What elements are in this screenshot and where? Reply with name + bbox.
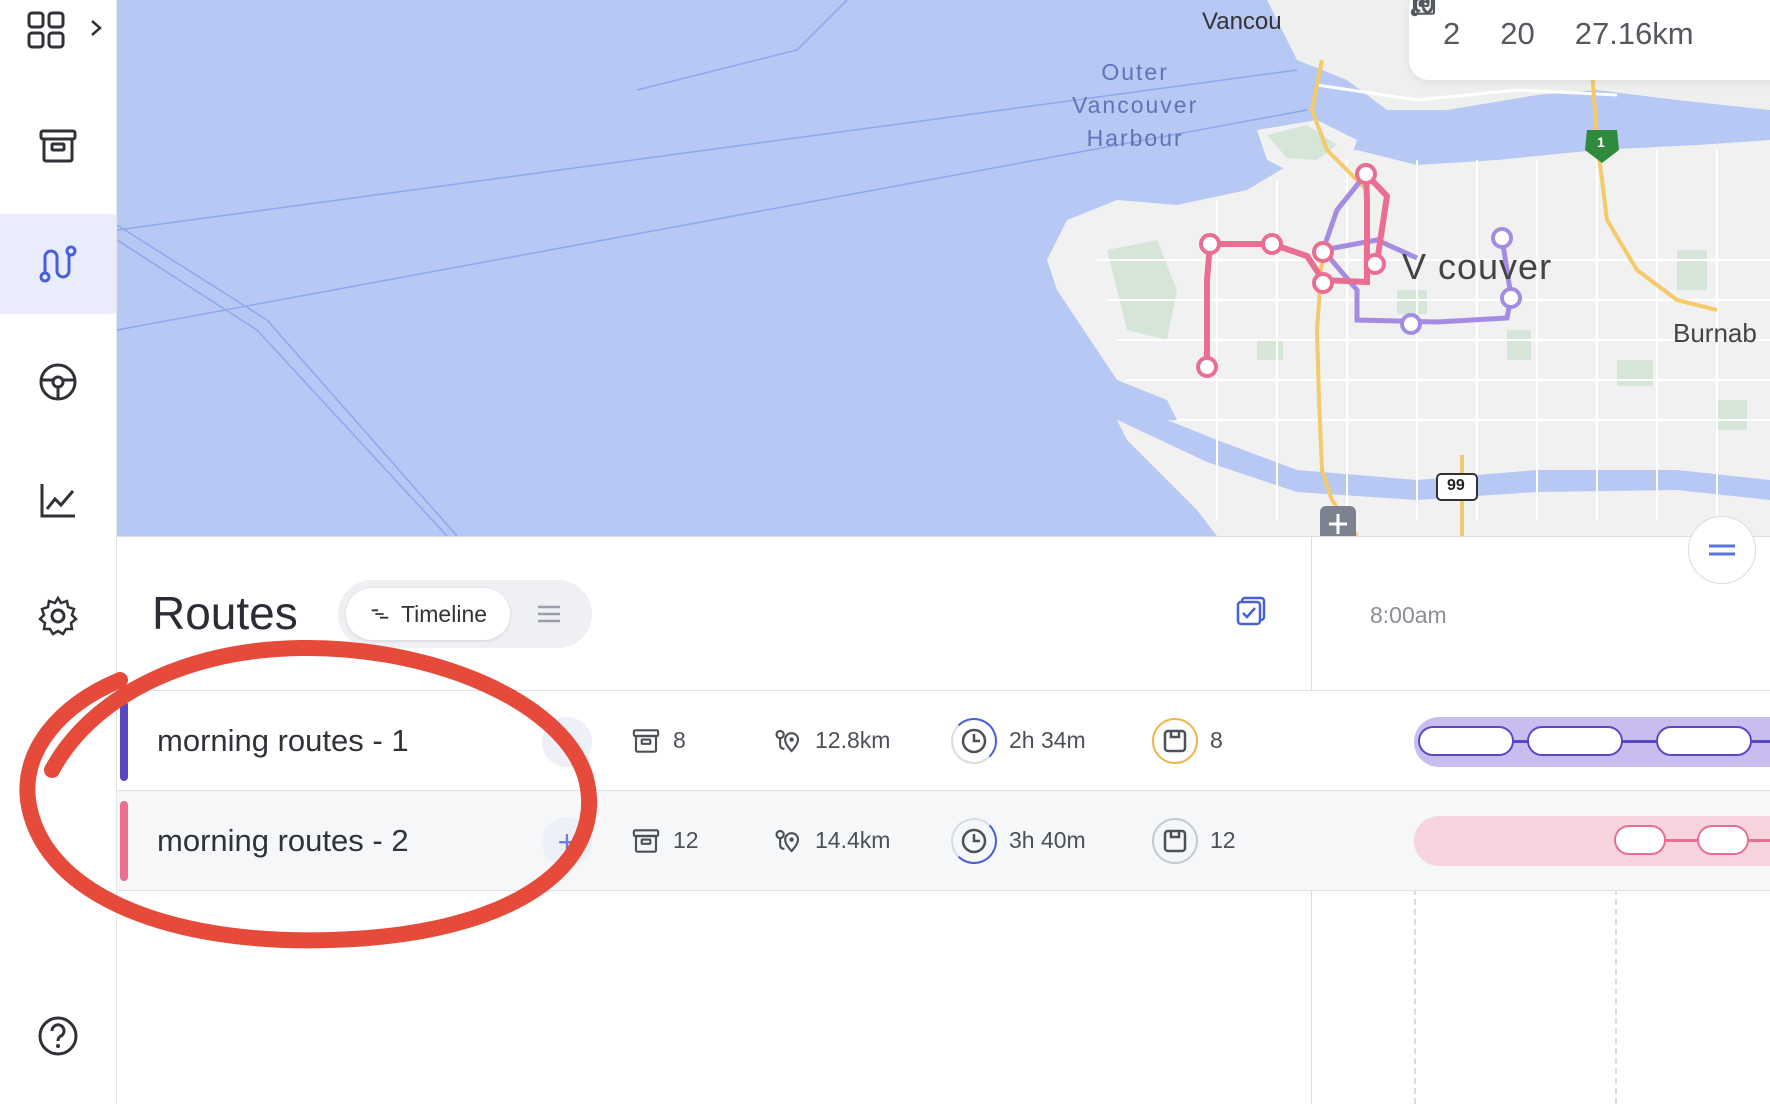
timeline-start-time: 8:00am [1370,602,1447,628]
distance-pin-icon [1413,0,1436,15]
timeline-view-button[interactable]: Timeline [346,588,510,640]
distance-pin-icon [775,829,800,853]
sidebar-item-routes[interactable] [0,214,116,314]
route-color-bar [120,801,128,881]
map-view[interactable]: Outer Vancouver Harbour Vancou V couver … [117,0,1770,536]
route-summary-card: 2 20 27.16km [1409,0,1770,80]
route-stops: 8 [631,691,686,790]
package-icon [632,828,660,853]
route-name[interactable]: morning routes - 2 [157,823,409,859]
clock-icon [961,728,987,753]
summary-distance: 27.16km [1413,0,1694,52]
panel-resize-button[interactable] [1688,516,1756,584]
timeline-stop[interactable] [1527,726,1623,756]
timeline-stop[interactable] [1614,825,1666,855]
sidebar-item-orders[interactable] [0,96,116,196]
map-panel-divider [117,536,1770,537]
map-label-city-top: Vancou [1202,8,1282,35]
timeline-stop[interactable] [1418,726,1514,756]
help-button[interactable] [0,986,116,1086]
apps-grid-icon [27,11,65,49]
route-icon [39,245,77,283]
package-icon [632,728,660,753]
package-icon [39,129,77,163]
page-title: Routes [152,587,298,639]
sidebar-item-drivers[interactable] [0,332,116,432]
highway-1-label: 1 [1597,134,1605,150]
analytics-icon [40,484,75,518]
help-icon [38,1016,78,1056]
map-label-city: V couver [1402,246,1553,287]
capacity-ring [1152,717,1198,764]
select-all-checkbox-icon[interactable] [1236,596,1266,626]
route-distance: 12.8km [773,691,890,790]
sidebar-item-analytics[interactable] [0,450,116,550]
route-row-1[interactable]: morning routes - 1 + 8 12.8km 2h 34m 8 [117,690,1770,790]
capacity-ring [1152,817,1198,864]
clock-icon [961,828,987,853]
apps-menu-button[interactable] [0,0,116,60]
distance-pin-icon [775,729,800,753]
timeline-stop[interactable] [1697,825,1749,855]
route-stops: 12 [631,791,699,890]
route-timeline-track[interactable] [1414,816,1770,866]
box-icon [1163,829,1187,852]
sidebar [0,0,117,1104]
route-color-bar [120,701,128,781]
duration-ring [951,717,997,764]
duration-ring [951,817,997,864]
list-view-icon[interactable] [536,600,562,628]
drag-handle-icon [1709,544,1735,556]
sidebar-item-settings[interactable] [0,566,116,666]
add-stop-button[interactable]: + [542,717,592,767]
route-timeline-track[interactable] [1414,717,1770,767]
settings-icon [38,595,78,636]
timeline-stop[interactable] [1656,726,1752,756]
route-capacity: 12 [1152,791,1236,890]
route-distance: 14.4km [773,791,890,890]
add-stop-button[interactable]: + [542,817,592,867]
timeline-icon [371,609,389,619]
map-label-harbour: Outer Vancouver Harbour [1072,59,1199,151]
route-duration: 2h 34m [951,691,1086,790]
box-icon [1163,729,1187,752]
route-row-2[interactable]: morning routes - 2 + 12 14.4km 3h 40m 12 [117,790,1770,891]
summary-stops: 20 [1412,0,1535,52]
summary-routes: 2 [1410,0,1460,52]
highway-99-label: 99 [1447,477,1465,494]
route-capacity: 8 [1152,691,1223,790]
view-toggle: Timeline [338,580,592,648]
route-duration: 3h 40m [951,791,1086,890]
route-name[interactable]: morning routes - 1 [157,723,409,759]
steering-wheel-icon [39,363,77,401]
map-label-burnaby: Burnab [1673,318,1757,348]
chevron-right-icon[interactable] [86,16,106,40]
